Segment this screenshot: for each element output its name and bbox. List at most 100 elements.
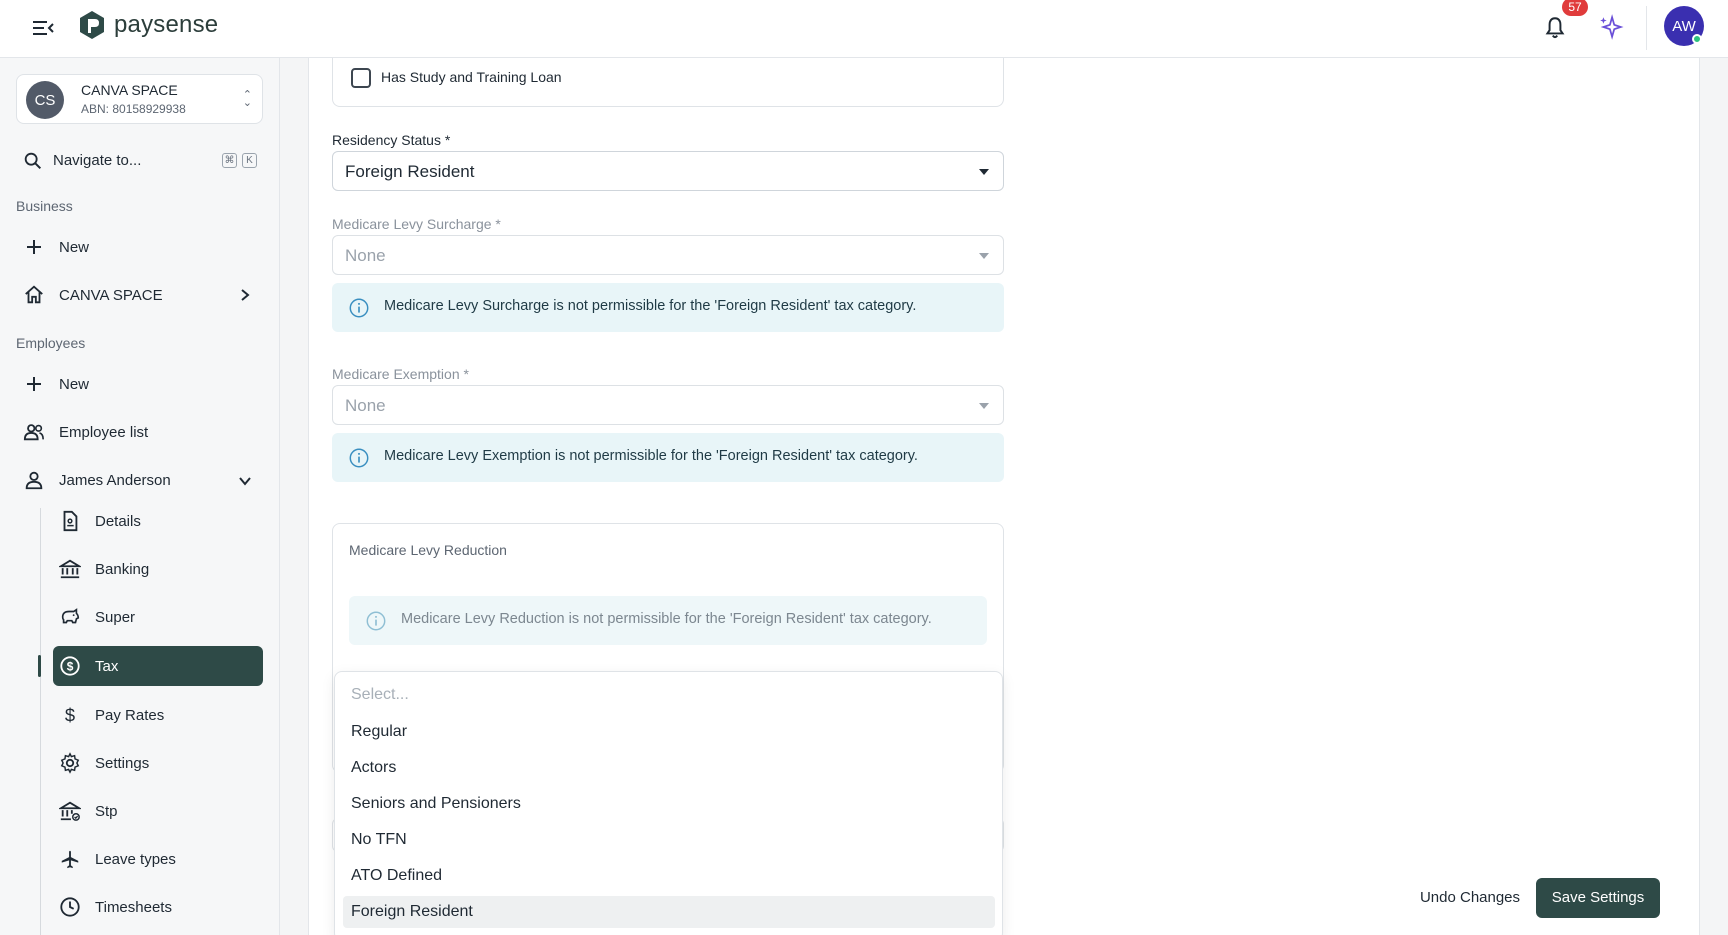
navigate-search[interactable]: Navigate to... ⌘ K <box>22 150 262 174</box>
people-icon <box>22 420 46 444</box>
active-item-marker <box>38 655 41 677</box>
exemption-info-box: Medicare Levy Exemption is not permissib… <box>332 433 1004 482</box>
bell-icon <box>1545 17 1565 39</box>
top-bar: paysense 57 AW <box>0 0 1728 58</box>
option-label: Regular <box>351 723 408 740</box>
business-new-label: New <box>59 238 90 256</box>
employee-name-label: James Anderson <box>59 471 171 489</box>
menu-toggle-button[interactable] <box>30 14 58 42</box>
paysense-logo-icon <box>80 11 104 39</box>
piggy-bank-icon <box>58 605 82 629</box>
caret-down-icon <box>979 169 989 175</box>
sidebar-item-label: Banking <box>95 560 150 578</box>
option-label: Seniors and Pensioners <box>351 795 521 812</box>
dropdown-option-seniors[interactable]: Seniors and Pensioners <box>343 788 995 820</box>
cmd-key-icon: ⌘ <box>222 153 237 168</box>
exemption-label-text: Medicare Exemption <box>332 366 460 382</box>
section-business: Business <box>16 198 73 214</box>
exemption-label: Medicare Exemption * <box>332 366 469 382</box>
option-label: ATO Defined <box>351 867 443 884</box>
dropdown-placeholder: Select... <box>351 686 409 703</box>
surcharge-select: None <box>332 235 1004 275</box>
chevron-up-down-icon: ⌃ ⌄ <box>242 89 252 109</box>
employees-new-label: New <box>59 375 90 393</box>
sidebar-item-details[interactable]: Details <box>53 503 263 539</box>
residency-status-value: Foreign Resident <box>345 162 475 181</box>
sidebar-item-banking[interactable]: Banking <box>53 551 263 587</box>
org-avatar: CS <box>26 81 64 119</box>
section-employees: Employees <box>16 335 86 351</box>
residency-status-label: Residency Status * <box>332 132 450 148</box>
dropdown-option-no-tfn[interactable]: No TFN <box>343 824 995 856</box>
svg-text:$: $ <box>67 660 74 674</box>
save-settings-button[interactable]: Save Settings <box>1536 878 1660 918</box>
study-loan-checkbox[interactable] <box>351 68 371 88</box>
required-marker: * <box>444 132 451 148</box>
exemption-info-text: Medicare Levy Exemption is not permissib… <box>384 448 918 464</box>
study-loan-label: Has Study and Training Loan <box>381 69 562 85</box>
sidebar-item-label: Pay Rates <box>95 706 165 724</box>
sidebar-item-label: Details <box>95 512 141 530</box>
exemption-value: None <box>345 396 386 415</box>
dropdown-option-actors[interactable]: Actors <box>343 752 995 784</box>
home-icon <box>22 283 46 307</box>
navigate-label: Navigate to... <box>53 152 142 169</box>
reduction-title: Medicare Levy Reduction <box>349 542 507 558</box>
required-marker: * <box>463 366 469 382</box>
info-icon <box>349 448 369 468</box>
surcharge-label-text: Medicare Levy Surcharge <box>332 216 492 232</box>
dropdown-option-regular[interactable]: Regular <box>343 716 995 748</box>
sidebar-item-canva-space-label: CANVA SPACE <box>59 286 163 304</box>
sidebar-item-canva-space[interactable]: CANVA SPACE <box>22 277 262 313</box>
notification-count-badge: 57 <box>1562 0 1588 16</box>
employees-new[interactable]: New <box>22 366 262 402</box>
sidebar-item-leave-types[interactable]: Leave types <box>53 841 263 877</box>
bank-check-icon <box>58 799 82 823</box>
search-icon <box>24 152 42 170</box>
ai-assistant-button[interactable] <box>1598 14 1624 40</box>
logo[interactable]: paysense <box>78 10 218 40</box>
airplane-icon <box>58 847 82 871</box>
clock-icon <box>58 895 82 919</box>
org-switcher[interactable]: CS CANVA SPACE ABN: 80158929938 ⌃ ⌄ <box>16 74 263 124</box>
plus-icon <box>22 235 46 259</box>
sidebar-item-super[interactable]: Super <box>53 599 263 635</box>
residency-status-select[interactable]: Foreign Resident <box>332 151 1004 191</box>
exemption-select: None <box>332 385 1004 425</box>
sidebar-item-settings[interactable]: Settings <box>53 745 263 781</box>
dollar-circle-icon: $ <box>58 654 82 678</box>
study-loan-card: Has Study and Training Loan <box>332 58 1004 107</box>
sidebar-item-label: Tax <box>95 657 119 675</box>
sidebar-item-label: Settings <box>95 754 150 772</box>
sidebar-item-pay-rates[interactable]: $ Pay Rates <box>53 697 263 733</box>
tax-category-dropdown: Select... Regular Actors Seniors and Pen… <box>334 671 1003 935</box>
bank-icon <box>58 557 82 581</box>
info-icon <box>349 298 369 318</box>
surcharge-info-text: Medicare Levy Surcharge is not permissib… <box>384 298 917 314</box>
surcharge-label: Medicare Levy Surcharge * <box>332 216 501 232</box>
sidebar-item-stp[interactable]: Stp <box>53 793 263 829</box>
residency-status-label-text: Residency Status <box>332 132 441 148</box>
option-label: Actors <box>351 759 397 776</box>
surcharge-value: None <box>345 246 386 265</box>
required-marker: * <box>495 216 501 232</box>
submenu-guide-line <box>40 508 41 935</box>
sidebar-item-tax[interactable]: $ Tax <box>53 646 263 686</box>
employee-list-label: Employee list <box>59 423 149 441</box>
sidebar-item-employee-list[interactable]: Employee list <box>22 414 262 450</box>
notifications-button[interactable] <box>1542 14 1568 42</box>
sidebar-item-employee-james[interactable]: James Anderson <box>22 462 262 498</box>
gear-icon <box>58 751 82 775</box>
business-new[interactable]: New <box>22 229 262 265</box>
sidebar-item-label: Leave types <box>95 850 176 868</box>
document-icon <box>58 509 82 533</box>
option-label: No TFN <box>351 831 407 848</box>
dollar-icon: $ <box>58 703 82 727</box>
undo-changes-button[interactable]: Undo Changes <box>1410 878 1530 918</box>
dropdown-option-foreign-resident[interactable]: Foreign Resident <box>343 896 995 928</box>
sparkle-icon <box>1600 14 1624 40</box>
dropdown-option-ato-defined[interactable]: ATO Defined <box>343 860 995 892</box>
chevron-down-icon <box>239 477 251 486</box>
sidebar-item-timesheets[interactable]: Timesheets <box>53 889 263 925</box>
info-icon <box>366 611 386 631</box>
